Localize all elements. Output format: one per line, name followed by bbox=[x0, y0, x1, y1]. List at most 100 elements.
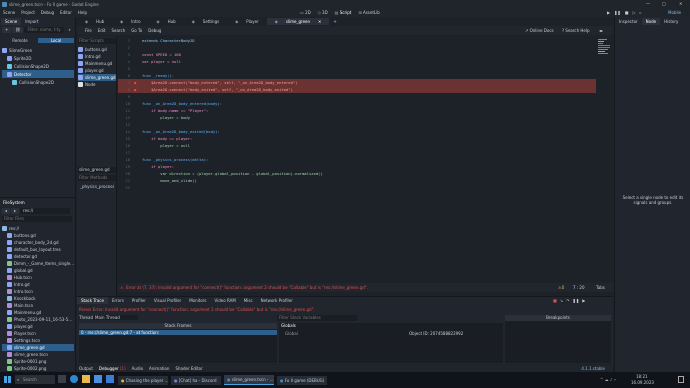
status-error[interactable]: Error at (7, 37): Invalid argument for "… bbox=[126, 285, 466, 290]
filter-stack-variables[interactable]: Filter Stack Variables bbox=[277, 315, 357, 321]
file-item[interactable]: Sprite-0002.png bbox=[2, 365, 74, 371]
tab-debugger[interactable]: Debugger (1) bbox=[99, 366, 126, 371]
line-number[interactable]: 8 bbox=[118, 86, 134, 93]
file-item[interactable]: player.gd bbox=[2, 323, 74, 330]
play-custom-button[interactable]: ▹ bbox=[640, 10, 642, 15]
workspace-assetlib[interactable]: ⊞ AssetLib bbox=[358, 10, 379, 15]
explorer-icon[interactable] bbox=[82, 375, 90, 383]
line-number[interactable]: 14 bbox=[118, 128, 134, 135]
tab-audio[interactable]: Audio bbox=[132, 366, 143, 371]
file-item[interactable]: Main.tscn bbox=[2, 302, 74, 309]
file-item[interactable]: res:// bbox=[2, 225, 74, 232]
file-item[interactable]: Mainmenu.gd bbox=[2, 309, 74, 316]
tree-node[interactable]: Sprite2D bbox=[2, 54, 74, 62]
mail-icon[interactable] bbox=[106, 375, 114, 383]
search-help-button[interactable]: ? Search Help bbox=[562, 28, 590, 33]
filter-methods-input[interactable]: Filter Methods bbox=[78, 175, 116, 181]
tab-monitors[interactable]: Monitors bbox=[185, 297, 210, 304]
line-number[interactable]: 5 bbox=[118, 65, 134, 72]
line-number[interactable]: 13 bbox=[118, 121, 134, 128]
tree-node[interactable]: CollisionShape2D bbox=[2, 78, 74, 86]
add-node-button[interactable]: + bbox=[2, 27, 12, 33]
tab-node[interactable]: Node bbox=[641, 18, 661, 25]
indent-mode[interactable]: Tabs bbox=[596, 285, 605, 290]
menu-editor[interactable]: Editor bbox=[60, 10, 72, 15]
thread-select[interactable]: Main Thread bbox=[93, 315, 138, 320]
method-item[interactable]: _physics_process bbox=[80, 184, 114, 189]
next-script-button[interactable]: ◂▸ bbox=[599, 28, 603, 33]
menu-project[interactable]: Project bbox=[21, 10, 35, 15]
line-number[interactable]: 9 bbox=[118, 93, 134, 100]
debug-stop-icon[interactable]: ■ bbox=[553, 298, 557, 303]
tab-misc[interactable]: Misc bbox=[240, 297, 257, 304]
line-number[interactable]: 22 bbox=[118, 184, 134, 191]
line-number[interactable]: 12 bbox=[118, 114, 134, 121]
file-item[interactable]: Hub.tscn bbox=[2, 274, 74, 281]
menu-debug[interactable]: Debug bbox=[41, 10, 54, 15]
minimap[interactable] bbox=[598, 38, 611, 60]
tab-visual-profiler[interactable]: Visual Profiler bbox=[150, 297, 185, 304]
path-field[interactable]: res:// bbox=[20, 208, 71, 214]
workspace-3d[interactable]: ◇ 3D bbox=[318, 10, 328, 15]
tab-errors[interactable]: Errors bbox=[108, 297, 128, 304]
filter-scripts-input[interactable]: Filter Scripts bbox=[78, 38, 116, 44]
menu-scene[interactable]: Scene bbox=[3, 10, 15, 15]
line-number[interactable]: 2 bbox=[118, 44, 134, 51]
step-over-icon[interactable]: ↷ bbox=[566, 298, 569, 303]
script-list-item[interactable]: Node bbox=[78, 81, 116, 88]
code-editor[interactable]: 1 extends CharacterBody2D 2 3 const SPEED = … bbox=[118, 36, 613, 280]
tab-player[interactable]: ◈ Player bbox=[227, 18, 267, 25]
search-icon[interactable]: ⌕ bbox=[65, 27, 73, 33]
file-item[interactable]: slime_green.tscn bbox=[2, 351, 74, 358]
line-number[interactable]: 7 bbox=[118, 79, 134, 86]
line-number[interactable]: 18 bbox=[118, 156, 134, 163]
tab-hub[interactable]: ◈ Hub bbox=[77, 18, 112, 25]
line-number[interactable]: 4 bbox=[118, 58, 134, 65]
menu-help[interactable]: Help bbox=[78, 10, 87, 15]
tab-slime-green[interactable]: ◈ slime_green ✕ bbox=[266, 17, 330, 25]
stack-frame-item[interactable]: 0 - res://slime_green.gd:7 - at function… bbox=[79, 330, 277, 335]
menu-edit[interactable]: Edit bbox=[98, 28, 106, 33]
edge-icon[interactable] bbox=[70, 375, 78, 383]
tab-settings[interactable]: ◈ Settings bbox=[184, 18, 227, 25]
file-item[interactable]: detector.gd bbox=[2, 253, 74, 260]
menu-search[interactable]: Search bbox=[111, 28, 125, 33]
tab-inspector[interactable]: Inspector bbox=[615, 18, 642, 25]
tab-scene[interactable]: Scene bbox=[1, 18, 22, 25]
tree-node-selected[interactable]: Detector bbox=[2, 70, 74, 78]
close-tab-icon[interactable]: ✕ bbox=[314, 18, 325, 25]
continue-icon[interactable]: ▶ bbox=[582, 298, 585, 303]
file-item[interactable]: Intro.tscn bbox=[2, 288, 74, 295]
tab-network-profiler[interactable]: Network Profiler bbox=[257, 297, 297, 304]
taskbar-app-discord[interactable]: ● [Chat] ha - Discord bbox=[171, 375, 221, 385]
task-view-icon[interactable] bbox=[58, 375, 66, 383]
line-number[interactable]: 3 bbox=[118, 51, 134, 58]
menu-script-debug[interactable]: Debug bbox=[148, 28, 161, 33]
notifications-icon[interactable] bbox=[678, 376, 684, 383]
script-list-item[interactable]: buttons.gd bbox=[78, 46, 116, 53]
taskbar-app-chrome[interactable]: ● Chasing the player ... bbox=[118, 375, 169, 385]
file-item[interactable]: Intro.gd bbox=[2, 281, 74, 288]
tab-animation[interactable]: Animation bbox=[149, 366, 169, 371]
forward-button[interactable]: ▸ bbox=[11, 208, 20, 214]
tab-import[interactable]: Import bbox=[21, 18, 42, 25]
link-icon[interactable]: ⛓ bbox=[12, 27, 24, 33]
line-number[interactable]: 20 bbox=[118, 170, 134, 177]
tab-profiler[interactable]: Profiler bbox=[128, 297, 150, 304]
line-number[interactable]: 1 bbox=[118, 37, 134, 44]
file-item[interactable]: character_body_2d.gd bbox=[2, 239, 74, 246]
file-item[interactable]: global.gd bbox=[2, 267, 74, 274]
file-item[interactable]: Settings.tscn bbox=[2, 337, 74, 344]
script-list-item[interactable]: player.gd bbox=[78, 67, 116, 74]
menu-goto[interactable]: Go To bbox=[131, 28, 142, 33]
windows-start-icon[interactable] bbox=[4, 376, 11, 383]
pause-button[interactable]: ❚❚ bbox=[614, 10, 621, 15]
line-number[interactable]: 6 bbox=[118, 72, 134, 79]
line-number[interactable]: 10 bbox=[118, 100, 134, 107]
line-number[interactable]: 11 bbox=[118, 107, 134, 114]
new-tab-button[interactable]: + bbox=[329, 18, 340, 25]
line-number[interactable]: 17 bbox=[118, 149, 134, 156]
file-item[interactable]: buttons.gd bbox=[2, 232, 74, 239]
online-docs-button[interactable]: ↗ Online Docs bbox=[525, 28, 554, 33]
tab-intro[interactable]: ◈ Intro bbox=[112, 18, 148, 25]
